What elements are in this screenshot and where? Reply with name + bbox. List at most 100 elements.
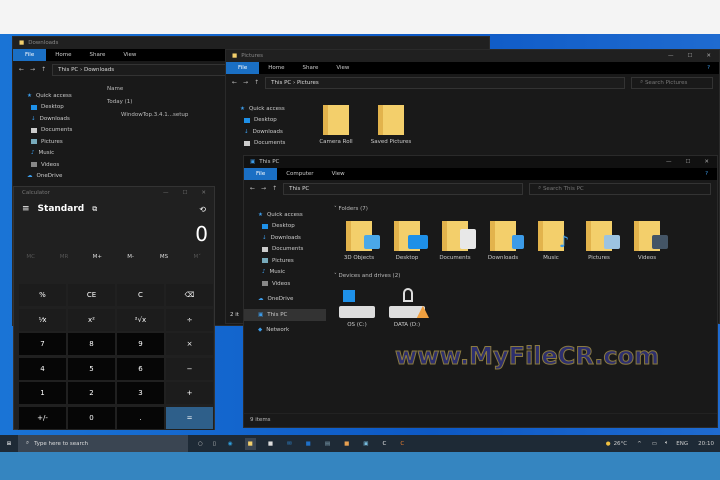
calc-key[interactable]: +/- [18, 406, 67, 430]
calc-key[interactable]: × [165, 332, 214, 357]
memory-button[interactable]: MR [47, 254, 80, 260]
weather-icon[interactable]: ● [606, 441, 611, 447]
folders-header[interactable]: ˅ Folders (7) [334, 206, 368, 212]
nav-documents[interactable]: Documents [244, 244, 326, 256]
outlook-icon[interactable]: ■ [306, 441, 311, 447]
nav-downloads[interactable]: ↓ Downloads [13, 113, 95, 125]
search-input[interactable]: ⌕ Search This PC [529, 182, 711, 195]
tab-view[interactable]: View [114, 49, 145, 61]
drives-header[interactable]: ˅ Devices and drives (2) [334, 273, 400, 279]
tab-home[interactable]: Home [46, 49, 80, 61]
drive-d[interactable]: ▲ DATA (D:) [382, 288, 432, 328]
calc-key[interactable]: CE [67, 283, 116, 307]
app-icon[interactable]: ■ [344, 441, 349, 447]
address-bar[interactable]: This PC › Pictures [265, 76, 626, 89]
up-icon[interactable]: ↑ [254, 79, 259, 86]
calc-key[interactable]: % [18, 283, 67, 307]
help-icon[interactable]: ? [698, 62, 719, 74]
close-button[interactable]: ✕ [706, 53, 711, 59]
calc-key[interactable]: + [165, 381, 214, 406]
column-name[interactable]: Name [107, 83, 188, 96]
tab-file[interactable]: File [244, 168, 278, 180]
cortana-icon[interactable]: ○ [198, 441, 203, 447]
folder-documents[interactable]: Documents [430, 221, 480, 261]
close-button[interactable]: ✕ [704, 159, 709, 165]
maximize-button[interactable]: ☐ [687, 53, 692, 59]
minimize-button[interactable]: — [163, 190, 169, 196]
calc-key[interactable]: ÷ [165, 307, 214, 332]
back-icon[interactable]: ← [232, 79, 237, 86]
folder-saved-pictures[interactable]: Saved Pictures [366, 105, 416, 145]
calc-key[interactable]: 0 [67, 406, 116, 430]
nav-desktop[interactable]: Desktop [13, 102, 95, 114]
calc-key[interactable]: 1 [18, 381, 67, 406]
memory-button[interactable]: MS [147, 254, 180, 260]
calc-key[interactable]: − [165, 356, 214, 381]
close-button[interactable]: ✕ [201, 190, 206, 196]
help-icon[interactable]: ? [696, 168, 717, 180]
calc-key[interactable]: 6 [116, 356, 165, 381]
tab-home[interactable]: Home [259, 62, 293, 74]
folder-3d-objects[interactable]: 3D Objects [334, 221, 384, 261]
start-button[interactable]: ⊞ [0, 441, 18, 447]
app-c-orange-icon[interactable]: C [400, 441, 404, 447]
weather-temp[interactable]: 26°C [614, 441, 628, 447]
keep-on-top-icon[interactable]: ⧉ [92, 205, 97, 214]
maximize-button[interactable]: ☐ [182, 190, 187, 196]
calc-key[interactable]: 5 [67, 356, 116, 381]
nav-quick-access[interactable]: ★ Quick access [226, 103, 308, 115]
history-icon[interactable]: ⟲ [199, 205, 214, 214]
nav-desktop[interactable]: Desktop [226, 115, 308, 127]
back-icon[interactable]: ← [19, 66, 24, 73]
nav-pictures[interactable]: Pictures [13, 136, 95, 148]
calc-key[interactable]: ¹⁄x [18, 307, 67, 332]
drive-c[interactable]: OS (C:) [332, 288, 382, 328]
calc-key[interactable]: = [165, 406, 214, 430]
search-box[interactable]: ⌕ Type here to search [18, 435, 188, 452]
folder-videos[interactable]: Videos [622, 221, 672, 261]
nav-videos[interactable]: Videos [244, 278, 326, 290]
calc-key[interactable]: 7 [18, 332, 67, 357]
calc-key[interactable]: 4 [18, 356, 67, 381]
photos-icon[interactable]: ▣ [363, 441, 368, 447]
nav-onedrive[interactable]: ☁ OneDrive [13, 171, 95, 183]
edge-icon[interactable]: ◉ [228, 441, 233, 447]
tab-file[interactable]: File [226, 62, 260, 74]
nav-downloads[interactable]: ↓ Downloads [226, 126, 308, 138]
tab-file[interactable]: File [13, 49, 47, 61]
nav-pictures[interactable]: Pictures [244, 255, 326, 267]
nav-documents[interactable]: Documents [226, 138, 308, 150]
nav-quick-access[interactable]: ★ Quick access [13, 90, 95, 102]
up-icon[interactable]: ↑ [41, 66, 46, 73]
nav-quick-access[interactable]: ★ Quick access [244, 209, 326, 221]
memory-button[interactable]: M+ [81, 254, 114, 260]
nav-network[interactable]: ◆ Network [244, 325, 326, 337]
forward-icon[interactable]: → [243, 79, 248, 86]
calc-key[interactable]: ⌫ [165, 283, 214, 307]
app-c-icon[interactable]: C [382, 441, 386, 447]
maximize-button[interactable]: ☐ [685, 159, 690, 165]
up-icon[interactable]: ↑ [272, 185, 277, 192]
nav-this-pc[interactable]: ▣ This PC [244, 309, 326, 321]
nav-downloads[interactable]: ↓ Downloads [244, 232, 326, 244]
folder-downloads[interactable]: Downloads [478, 221, 528, 261]
volume-icon[interactable]: 🔈︎ [665, 440, 668, 447]
folder-desktop[interactable]: Desktop [382, 221, 432, 261]
forward-icon[interactable]: → [261, 185, 266, 192]
folder-pictures[interactable]: Pictures [574, 221, 624, 261]
calc-key[interactable]: 2 [67, 381, 116, 406]
calc-key[interactable]: 9 [116, 332, 165, 357]
search-input[interactable]: ⌕ Search Pictures [631, 76, 713, 89]
minimize-button[interactable]: — [668, 53, 674, 59]
calc-key[interactable]: 8 [67, 332, 116, 357]
task-view-icon[interactable]: ▯ [213, 441, 216, 447]
tab-view[interactable]: View [323, 168, 354, 180]
tab-share[interactable]: Share [293, 62, 327, 74]
address-bar[interactable]: This PC [283, 182, 524, 195]
store-icon[interactable]: ■ [268, 441, 273, 447]
nav-documents[interactable]: Documents [13, 125, 95, 137]
nav-music[interactable]: ♪ Music [244, 267, 326, 279]
menu-icon[interactable]: ≡ [22, 204, 30, 214]
calc-key[interactable]: 3 [116, 381, 165, 406]
calculator-icon[interactable]: ▤ [325, 441, 330, 447]
